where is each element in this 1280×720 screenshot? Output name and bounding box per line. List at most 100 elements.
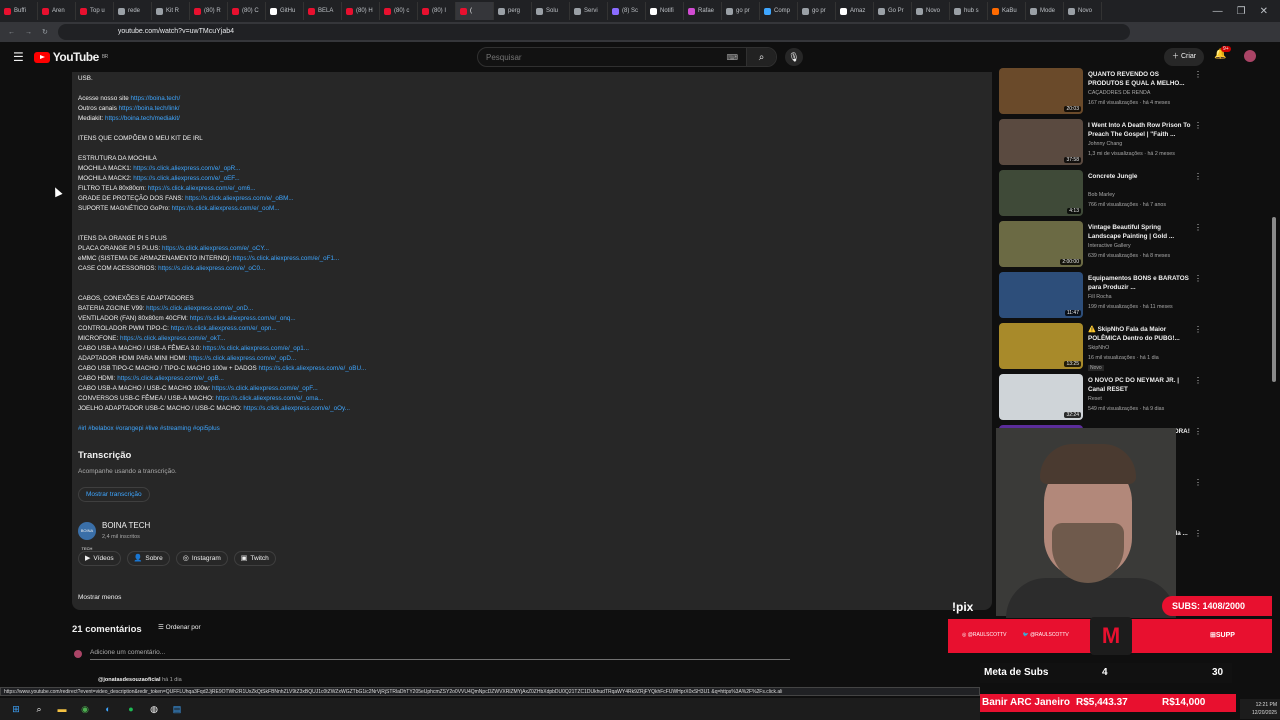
- browser-tab[interactable]: (80) H: [342, 2, 380, 20]
- spotify-icon[interactable]: ●: [125, 703, 137, 715]
- browser-tab[interactable]: (80) R: [190, 2, 228, 20]
- more-options-icon[interactable]: ⋮: [1194, 376, 1202, 385]
- menu-icon[interactable]: ☰: [13, 50, 24, 64]
- description-link[interactable]: https://s.click.aliexpress.com/e/_onq...: [190, 315, 296, 322]
- notifications-icon[interactable]: 🔔 9+: [1214, 46, 1231, 60]
- description-link[interactable]: https://s.click.aliexpress.com/e/_opn...: [171, 325, 277, 332]
- description-link[interactable]: https://s.click.aliexpress.com/e/_ooM...: [172, 205, 280, 212]
- browser-tab[interactable]: Amaz: [836, 2, 874, 20]
- video-thumbnail[interactable]: 20:03: [999, 68, 1083, 114]
- browser-tab[interactable]: (: [456, 2, 494, 20]
- video-thumbnail[interactable]: 37:58: [999, 119, 1083, 165]
- description-link[interactable]: https://s.click.aliexpress.com/e/_oCY...: [162, 245, 269, 252]
- chrome-icon[interactable]: ◉: [79, 703, 91, 715]
- description-link[interactable]: https://boina.tech/: [131, 95, 181, 102]
- recommended-video[interactable]: 13:25 ⚠️ SkipNhO Fala da Maior POLÊMICA D…: [999, 323, 1209, 371]
- browser-tab[interactable]: Solu: [532, 2, 570, 20]
- create-button[interactable]: ＋ Criar: [1164, 48, 1205, 66]
- browser-tab[interactable]: Mode: [1026, 2, 1064, 20]
- recommended-video[interactable]: 4:13 Concrete Jungle Bob Marley 766 mil vis…: [999, 170, 1209, 216]
- forward-icon[interactable]: →: [25, 29, 32, 36]
- browser-tab[interactable]: Comp: [760, 2, 798, 20]
- microphone-icon[interactable]: 🎙: [785, 48, 803, 66]
- video-title[interactable]: Vintage Beautiful Spring Landscape Paint…: [1088, 223, 1194, 241]
- address-bar[interactable]: youtube.com/watch?v=uwTMcuYjab4: [57, 24, 1130, 40]
- scrollbar-thumb[interactable]: [1272, 217, 1276, 382]
- description-link[interactable]: https://s.click.aliexpress.com/e/_om6...: [148, 185, 256, 192]
- video-title[interactable]: Equipamentos BONS e BARATOS para Produzi…: [1088, 274, 1194, 292]
- description-link[interactable]: https://s.click.aliexpress.com/e/_op1...: [203, 345, 309, 352]
- description-link[interactable]: https://s.click.aliexpress.com/e/_oC0...: [158, 265, 265, 272]
- video-title[interactable]: QUANTO REVENDO OS PRODUTOS E QUAL A MELH…: [1088, 70, 1194, 88]
- add-comment-input[interactable]: Adicione um comentário...: [90, 649, 790, 660]
- show-transcript-button[interactable]: Mostrar transcrição: [78, 487, 150, 502]
- channel-name[interactable]: BOINA TECH: [102, 521, 150, 530]
- more-options-icon[interactable]: ⋮: [1194, 70, 1202, 79]
- more-options-icon[interactable]: ⋮: [1194, 529, 1202, 538]
- minimize-button[interactable]: —: [1213, 6, 1223, 17]
- browser-tab[interactable]: Go Pr: [874, 2, 912, 20]
- description-link[interactable]: #irl #belabox #orangepi #live #streaming…: [78, 425, 220, 432]
- video-thumbnail[interactable]: 2:00:00: [999, 221, 1083, 267]
- description-link[interactable]: https://s.click.aliexpress.com/e/_opF...: [212, 385, 318, 392]
- video-channel[interactable]: SkipNhO: [1088, 345, 1109, 351]
- video-channel[interactable]: Fill Rocha: [1088, 294, 1112, 300]
- browser-tab[interactable]: perg: [494, 2, 532, 20]
- more-options-icon[interactable]: ⋮: [1194, 223, 1202, 232]
- more-options-icon[interactable]: ⋮: [1194, 325, 1202, 334]
- description-link[interactable]: https://s.click.aliexpress.com/e/_opB...: [117, 375, 224, 382]
- description-link[interactable]: https://boina.tech/link/: [119, 105, 180, 112]
- more-options-icon[interactable]: ⋮: [1194, 172, 1202, 181]
- browser-tab[interactable]: (80) I: [418, 2, 456, 20]
- browser-tab[interactable]: go pr: [722, 2, 760, 20]
- description-link[interactable]: https://s.click.aliexpress.com/e/_okT...: [120, 335, 225, 342]
- recommended-video[interactable]: 11:47 Equipamentos BONS e BARATOS para Pr…: [999, 272, 1209, 318]
- maximize-button[interactable]: ❐: [1237, 6, 1246, 17]
- search-icon[interactable]: ⌕: [33, 703, 45, 715]
- browser-tab[interactable]: (80) C: [228, 2, 266, 20]
- browser-tab[interactable]: Top u: [76, 2, 114, 20]
- description-link[interactable]: https://s.click.aliexpress.com/e/_opR...: [133, 165, 240, 172]
- youtube-logo[interactable]: YouTube BR: [33, 50, 108, 64]
- windows-start-icon[interactable]: ⊞: [10, 703, 22, 715]
- description-link[interactable]: https://s.click.aliexpress.com/e/_oma...: [216, 395, 324, 402]
- browser-tab[interactable]: Notifi: [646, 2, 684, 20]
- description-link[interactable]: https://boina.tech/mediakit/: [105, 115, 180, 122]
- comment-author[interactable]: @jonatasdesouzaoficial: [98, 677, 161, 683]
- video-channel[interactable]: Johnny Chang: [1088, 141, 1122, 147]
- more-options-icon[interactable]: ⋮: [1194, 427, 1202, 436]
- channel-avatar[interactable]: BOINA TECH: [78, 522, 96, 551]
- description-link[interactable]: https://s.click.aliexpress.com/e/_oF1...: [233, 255, 339, 262]
- more-options-icon[interactable]: ⋮: [1194, 274, 1202, 283]
- browser-tab[interactable]: go pr: [798, 2, 836, 20]
- system-clock[interactable]: 12:21 PM 12/20/2025: [1240, 699, 1280, 719]
- edge-icon[interactable]: ◐: [102, 703, 114, 715]
- keyboard-icon[interactable]: ⌨: [726, 53, 738, 62]
- browser-tab[interactable]: Rafae: [684, 2, 722, 20]
- video-thumbnail[interactable]: 4:13: [999, 170, 1083, 216]
- description-link[interactable]: https://s.click.aliexpress.com/e/_onD...: [146, 305, 253, 312]
- file-explorer-icon[interactable]: ▬: [56, 703, 68, 715]
- recommended-video[interactable]: 37:58 I Went Into A Death Row Prison To P…: [999, 119, 1209, 165]
- channel-link-instagram[interactable]: ◎ Instagram: [175, 551, 228, 566]
- browser-tab[interactable]: Novo: [1064, 2, 1102, 20]
- channel-link-vídeos[interactable]: ▶ Vídeos: [78, 551, 121, 566]
- account-avatar[interactable]: [1244, 50, 1256, 62]
- recommended-video[interactable]: 32:24 O NOVO PC DO NEYMAR JR. | Canal RES…: [999, 374, 1209, 420]
- video-title[interactable]: O NOVO PC DO NEYMAR JR. | Canal RESET: [1088, 376, 1194, 394]
- browser-tab[interactable]: rede: [114, 2, 152, 20]
- browser-tab[interactable]: Buffi: [0, 2, 38, 20]
- video-thumbnail[interactable]: 11:47: [999, 272, 1083, 318]
- video-title[interactable]: I Went Into A Death Row Prison To Preach…: [1088, 121, 1194, 139]
- video-channel[interactable]: Interactive Gallery: [1088, 243, 1131, 249]
- video-title[interactable]: ⚠️ SkipNhO Fala da Maior POLÊMICA Dentro…: [1088, 325, 1194, 343]
- browser-tab[interactable]: BELA: [304, 2, 342, 20]
- video-title[interactable]: Concrete Jungle: [1088, 172, 1194, 181]
- terminal-icon[interactable]: ▤: [171, 703, 183, 715]
- channel-link-sobre[interactable]: 👤 Sobre: [126, 551, 170, 566]
- more-options-icon[interactable]: ⋮: [1194, 478, 1202, 487]
- browser-tab[interactable]: KaBu: [988, 2, 1026, 20]
- recommended-video[interactable]: 20:03 QUANTO REVENDO OS PRODUTOS E QUAL A…: [999, 68, 1209, 114]
- video-thumbnail[interactable]: 13:25: [999, 323, 1083, 369]
- video-channel[interactable]: Bob Marley: [1088, 192, 1115, 198]
